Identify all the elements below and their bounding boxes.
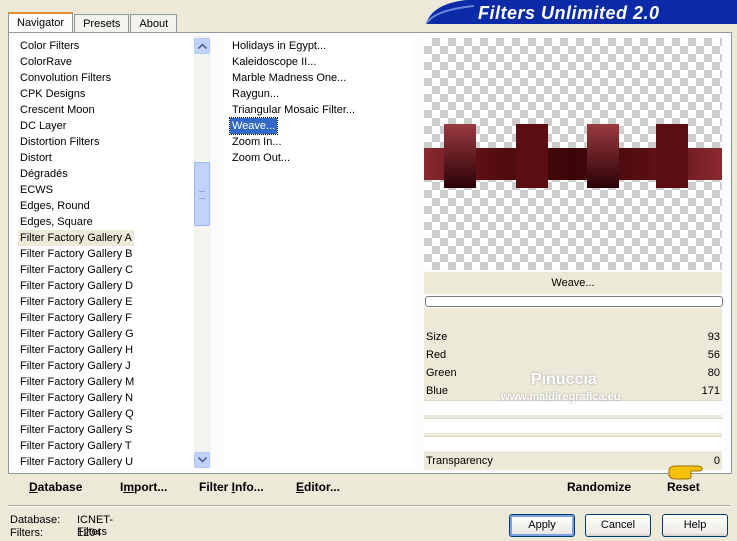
pointing-hand-icon (668, 465, 703, 480)
category-list-item[interactable]: Filter Factory Gallery N (18, 390, 135, 406)
chevron-down-icon (197, 457, 207, 463)
watermark-name: Pinuccia (531, 371, 597, 388)
param-row-red[interactable]: Red 56 (424, 346, 722, 364)
parameter-panel: Size 93 Red 56 Green 80 Blue 171 Transparenc… (424, 308, 722, 470)
category-list-item[interactable]: Crescent Moon (18, 102, 97, 118)
tab-navigator-label: Navigator (17, 17, 65, 29)
scroll-up-button[interactable] (194, 38, 210, 54)
tab-about[interactable]: About (130, 14, 178, 33)
tab-about-label: About (139, 18, 169, 30)
preview-filter-name: Weave... (424, 272, 722, 294)
filter-info-button[interactable]: Filter Info... (199, 480, 264, 494)
category-list-item[interactable]: CPK Designs (18, 86, 87, 102)
category-list-item[interactable]: Filter Factory Gallery G (18, 326, 136, 342)
import-button-label: port... (134, 480, 168, 494)
filter-info-button-pre: Filter (199, 480, 232, 494)
scroll-down-button[interactable] (194, 452, 210, 468)
param-value: 56 (707, 349, 720, 361)
param-slot-empty (424, 436, 722, 451)
filter-list-item[interactable]: Kaleidoscope II... (230, 54, 318, 70)
tab-strip: Navigator Presets About (8, 12, 178, 34)
filter-list-item[interactable]: Zoom In... (230, 134, 284, 150)
editor-button[interactable]: Editor... (296, 480, 340, 494)
param-value: 93 (707, 331, 720, 343)
status-filters-value: 1204 (77, 527, 102, 539)
status-database-label: Database: (10, 514, 61, 526)
help-button[interactable]: Help (662, 514, 728, 537)
database-button-label: atabase (37, 480, 83, 494)
category-list-item[interactable]: Edges, Square (18, 214, 95, 230)
category-list-item[interactable]: Filter Factory Gallery M (18, 374, 136, 390)
category-list-item[interactable]: Filter Factory Gallery A (18, 230, 134, 246)
preview-area (424, 38, 722, 270)
randomize-button[interactable]: Randomize (567, 480, 631, 494)
category-list-item[interactable]: Edges, Round (18, 198, 92, 214)
category-list-item[interactable]: Filter Factory Gallery Q (18, 406, 136, 422)
category-list-item[interactable]: Filter Factory Gallery H (18, 342, 135, 358)
tab-presets-label: Presets (83, 18, 121, 30)
param-label: Red (426, 349, 447, 361)
param-label: Blue (426, 385, 449, 397)
import-button[interactable]: Import... (120, 480, 167, 494)
database-button[interactable]: Database (29, 480, 82, 494)
progress-bar (425, 296, 723, 307)
category-list-item[interactable]: Color Filters (18, 38, 81, 54)
status-filters-label: Filters: (10, 527, 43, 539)
category-list-item[interactable]: Filter Factory Gallery S (18, 422, 134, 438)
category-list-item[interactable]: Filter Factory Gallery E (18, 294, 134, 310)
watermark-url: www.maidiregrafica.eu (501, 391, 621, 403)
param-label: Transparency (426, 455, 493, 467)
category-list-item[interactable]: Filter Factory Gallery B (18, 246, 134, 262)
category-list-item[interactable]: ECWS (18, 182, 55, 198)
category-list-item[interactable]: DC Layer (18, 118, 68, 134)
category-list-item[interactable]: ColorRave (18, 54, 74, 70)
param-slot-empty (424, 418, 722, 433)
tab-presets[interactable]: Presets (74, 14, 130, 33)
filter-list[interactable]: Holidays in Egypt... Kaleidoscope II... Ma… (224, 36, 414, 468)
filter-list-item[interactable]: Marble Madness One... (230, 70, 348, 86)
category-list-item[interactable]: Dégradés (18, 166, 70, 182)
param-value: 0 (713, 455, 720, 467)
category-list-item[interactable]: Convolution Filters (18, 70, 113, 86)
param-row-size[interactable]: Size 93 (424, 328, 722, 346)
status-database: Database: ICNET-Filters (10, 514, 113, 538)
category-list-item[interactable]: Filter Factory Gallery U (18, 454, 135, 468)
status-filters: Filters: 1204 (10, 527, 101, 539)
category-list-item[interactable]: Distortion Filters (18, 134, 101, 150)
tab-navigator[interactable]: Navigator (8, 12, 74, 34)
editor-button-label: ditor... (304, 480, 341, 494)
param-label: Size (426, 331, 448, 343)
weave-preview-image (424, 124, 722, 188)
reset-button[interactable]: Reset (667, 480, 700, 494)
category-list-item[interactable]: Filter Factory Gallery T (18, 438, 134, 454)
cancel-button[interactable]: Cancel (585, 514, 651, 537)
filter-list-item[interactable]: Raygun... (230, 86, 281, 102)
chevron-up-icon (197, 43, 207, 49)
category-list-item[interactable]: Filter Factory Gallery D (18, 278, 135, 294)
category-list[interactable]: Color Filters ColorRave Convolution Filter… (12, 36, 210, 468)
param-value: 80 (707, 367, 720, 379)
category-list-item[interactable]: Filter Factory Gallery F (18, 310, 134, 326)
editor-button-accel: E (296, 480, 305, 494)
divider (8, 505, 730, 507)
filter-list-item[interactable]: Zoom Out... (230, 150, 292, 166)
category-list-item[interactable]: Distort (18, 150, 54, 166)
filter-list-item[interactable]: Holidays in Egypt... (230, 38, 328, 54)
filter-list-item[interactable]: Weave... (228, 117, 279, 135)
category-scrollbar[interactable] (194, 36, 211, 468)
app-title: Filters Unlimited 2.0 (478, 3, 660, 23)
param-label: Green (426, 367, 457, 379)
apply-button[interactable]: Apply (509, 514, 575, 537)
filter-info-button-label: nfo... (235, 480, 264, 494)
category-list-item[interactable]: Filter Factory Gallery C (18, 262, 135, 278)
database-button-accel: D (29, 480, 38, 494)
scroll-thumb[interactable] (194, 162, 210, 226)
category-list-item[interactable]: Filter Factory Gallery J (18, 358, 133, 374)
filter-list-item[interactable]: Triangular Mosaic Filter... (230, 102, 357, 118)
param-value: 171 (701, 385, 720, 397)
import-button-accel: m (123, 480, 135, 494)
